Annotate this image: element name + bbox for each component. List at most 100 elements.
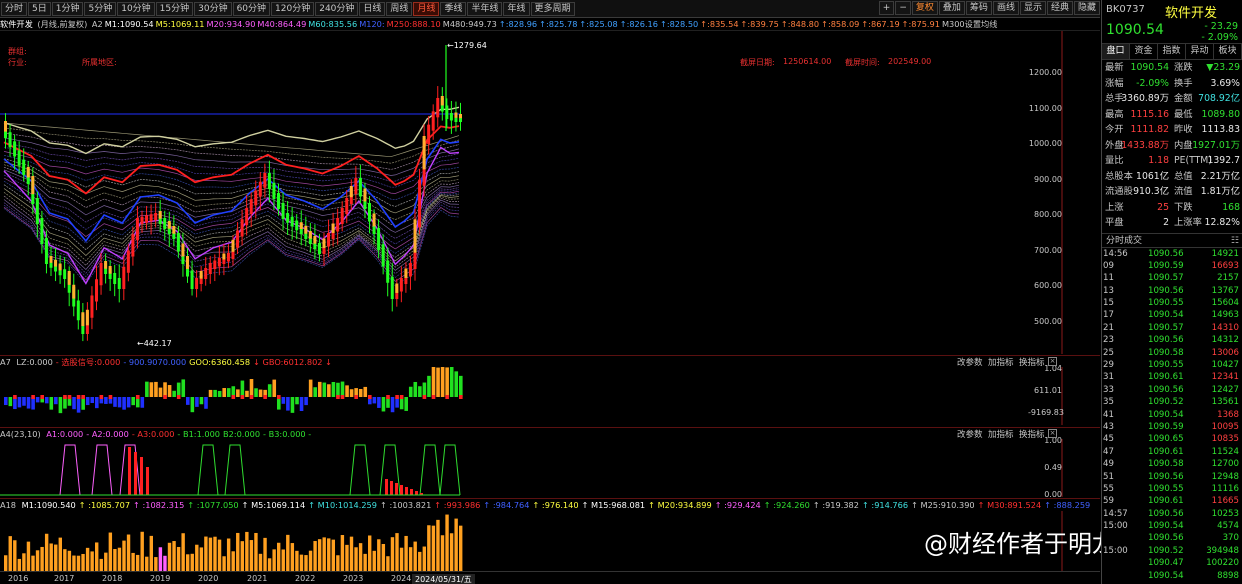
toolbar-right-button-4[interactable]: 筹码	[965, 1, 992, 15]
quote-tab-4[interactable]: 板块	[1214, 44, 1242, 59]
a4-items-value-0: A1:0.000	[46, 429, 84, 439]
quote-row-value: 25	[1157, 201, 1169, 213]
a7-items-value-4: ↓ GBO:6012.802 ↓	[253, 357, 332, 367]
period-button-3[interactable]: 5分钟	[84, 1, 117, 16]
tick-row: 49 1090.58 12700	[1102, 458, 1242, 470]
quote-row: 平盘 2 上涨率 12.82%	[1102, 215, 1242, 231]
period-button-8[interactable]: 120分钟	[271, 1, 315, 16]
a18-title: A18	[0, 500, 17, 510]
period-button-0[interactable]: 分时	[1, 1, 28, 16]
a18-items-value-0: M1:1090.540	[21, 500, 76, 510]
tick-volume: 15604	[1211, 298, 1239, 309]
period-button-13[interactable]: 季线	[440, 1, 467, 16]
tick-volume: 13561	[1211, 397, 1239, 408]
panel-0-btn-0[interactable]: 改参数	[957, 356, 983, 368]
quote-row-label2: 上涨率	[1174, 217, 1202, 228]
ma-value-5: M60:835.56	[308, 19, 358, 29]
quote-row: 量比 1.18 PE(TTM) 1392.7	[1102, 153, 1242, 169]
panel-1-btn-1[interactable]: 加指标	[988, 428, 1014, 440]
low-marker-value: 442.17	[143, 339, 172, 348]
period-button-11[interactable]: 周线	[386, 1, 413, 16]
period-button-6[interactable]: 30分钟	[194, 1, 232, 16]
sector-code: BK0737	[1106, 4, 1145, 15]
tick-row: 11 1090.57 2157	[1102, 272, 1242, 284]
quote-row: 最新 1090.54 涨跌 ▼23.29	[1102, 60, 1242, 76]
a4-items-value-4: B2:0.000	[223, 429, 261, 439]
panel-0-close-icon[interactable]: ×	[1048, 357, 1057, 366]
panel-1-btn-2[interactable]: 换指标	[1019, 428, 1045, 440]
quote-tab-1[interactable]: 资金	[1130, 44, 1158, 59]
panel-0-btn-2[interactable]: 换指标	[1019, 356, 1045, 368]
tick-time: 49	[1103, 459, 1114, 470]
quote-name: 软件开发	[1165, 6, 1218, 21]
tick-price: 1090.52	[1148, 397, 1184, 408]
ticks-expand-icon[interactable]: ☷	[1231, 234, 1239, 249]
date-label-3: 2019	[150, 574, 171, 583]
period-button-1[interactable]: 5日	[28, 1, 51, 16]
a7-items-value-2: - 900.9070.000	[123, 357, 187, 367]
period-button-4[interactable]: 10分钟	[117, 1, 155, 16]
toolbar-right-button-0[interactable]: +	[878, 1, 895, 15]
toolbar-right-button-8[interactable]: 隐藏	[1073, 1, 1100, 15]
region-label: 所属地区:	[82, 58, 117, 67]
tick-row: 47 1090.61 11524	[1102, 446, 1242, 458]
quote-tab-2[interactable]: 指数	[1158, 44, 1186, 59]
period-button-10[interactable]: 日线	[359, 1, 386, 16]
quote-row-label: 今开	[1105, 124, 1124, 135]
main-yaxis-label-6: 600.00	[1034, 281, 1062, 290]
toolbar-right-button-1[interactable]: −	[895, 1, 911, 15]
panel-0-btn-1[interactable]: 加指标	[988, 356, 1014, 368]
quote-tab-0[interactable]: 盘口	[1102, 44, 1130, 59]
ma-value-11: ↑:825.08	[579, 19, 618, 29]
tick-row: 15 1090.55 15604	[1102, 297, 1242, 309]
quote-row-label2: 内盘	[1174, 139, 1193, 151]
toolbar-right-button-6[interactable]: 显示	[1019, 1, 1046, 15]
quote-row-value2: 1.81万亿	[1200, 186, 1240, 197]
date-label-1: 2017	[54, 574, 75, 583]
panel-1-btn-0[interactable]: 改参数	[957, 428, 983, 440]
tick-row: 1090.47 100220	[1102, 557, 1242, 569]
quote-row-label: 总股本	[1105, 170, 1133, 182]
price-chart-svg[interactable]	[0, 31, 1100, 354]
a4-indicator-chart[interactable]	[0, 439, 1100, 497]
a7-indicator-chart[interactable]	[0, 367, 1100, 425]
quote-tab-3[interactable]: 异动	[1186, 44, 1214, 59]
toolbar-right-button-3[interactable]: 叠加	[938, 1, 965, 15]
tick-time: 21	[1103, 322, 1114, 333]
period-button-14[interactable]: 半年线	[467, 1, 503, 16]
tick-time: 41	[1103, 409, 1114, 420]
date-label-8: 2024	[391, 574, 412, 583]
toolbar-right-button-5[interactable]: 画线	[992, 1, 1019, 15]
toolbar-right-button-7[interactable]: 经典	[1046, 1, 1073, 15]
tick-time: 55	[1103, 483, 1114, 494]
date-label-0: 2016	[8, 574, 29, 583]
tick-row: 1090.56 370	[1102, 532, 1242, 544]
period-button-7[interactable]: 60分钟	[232, 1, 271, 16]
tick-price: 1090.47	[1148, 558, 1184, 569]
screenshot-time-value: 202549.00	[888, 57, 932, 66]
tick-time: 59	[1103, 496, 1114, 507]
period-button-9[interactable]: 240分钟	[315, 1, 359, 16]
quote-row-label: 最高	[1105, 108, 1124, 120]
main-yaxis-label-3: 900.00	[1034, 174, 1062, 184]
tick-volume: 12341	[1211, 372, 1239, 383]
period-button-12[interactable]: 月线	[413, 1, 440, 16]
sector-label: 群组:	[8, 47, 27, 56]
period-button-16[interactable]: 更多周期	[530, 1, 575, 16]
panel-1-close-icon[interactable]: ×	[1048, 429, 1057, 438]
period-button-15[interactable]: 年线	[503, 1, 530, 16]
main-yaxis-label-1: 1100.00	[1028, 103, 1062, 113]
ticks-title: 分时成交	[1106, 235, 1143, 246]
a18-items-value-2: ↑ :1082.315	[133, 500, 185, 510]
tick-volume: 11665	[1211, 496, 1239, 507]
period-button-5[interactable]: 15分钟	[155, 1, 194, 16]
date-label-4: 2020	[198, 574, 219, 583]
period-button-2[interactable]: 1分钟	[51, 1, 84, 16]
a18-items-value-4: ↑ M5:1069.114	[241, 500, 306, 510]
tick-price: 1090.57	[1148, 273, 1184, 284]
tick-time: 17	[1103, 310, 1114, 321]
screenshot-time-label: 截屏时间:	[845, 58, 880, 67]
toolbar-right-button-2[interactable]: 复权	[911, 1, 938, 15]
date-axis: 2016 2017 2018 2019 2020 2021 2022 2023 2024 2024…	[0, 571, 1100, 584]
price-chart[interactable]: 群组: 行业: 所属地区: 截屏日期: 1250614.00 截屏时间: 202…	[0, 31, 1100, 354]
